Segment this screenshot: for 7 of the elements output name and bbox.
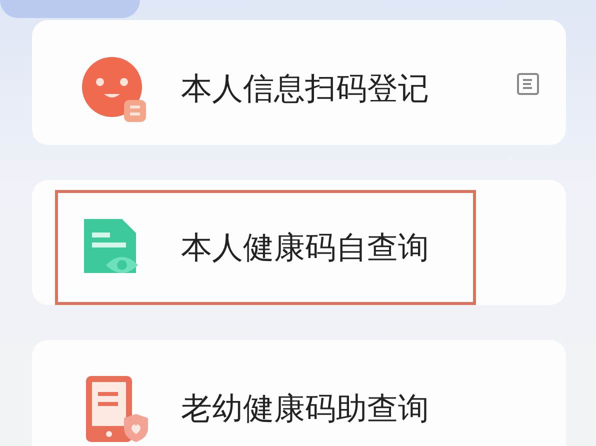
menu-card[interactable]: 老幼健康码助查询: [32, 340, 566, 446]
menu-card[interactable]: 本人健康码自查询: [32, 180, 566, 305]
menu-label: 老幼健康码助查询: [181, 390, 429, 429]
document-icon[interactable]: [516, 72, 540, 96]
menu-label: 本人健康码自查询: [181, 228, 429, 268]
menu-label: 本人信息扫码登记: [181, 70, 429, 109]
menu-card[interactable]: 本人信息扫码登记: [32, 20, 566, 145]
